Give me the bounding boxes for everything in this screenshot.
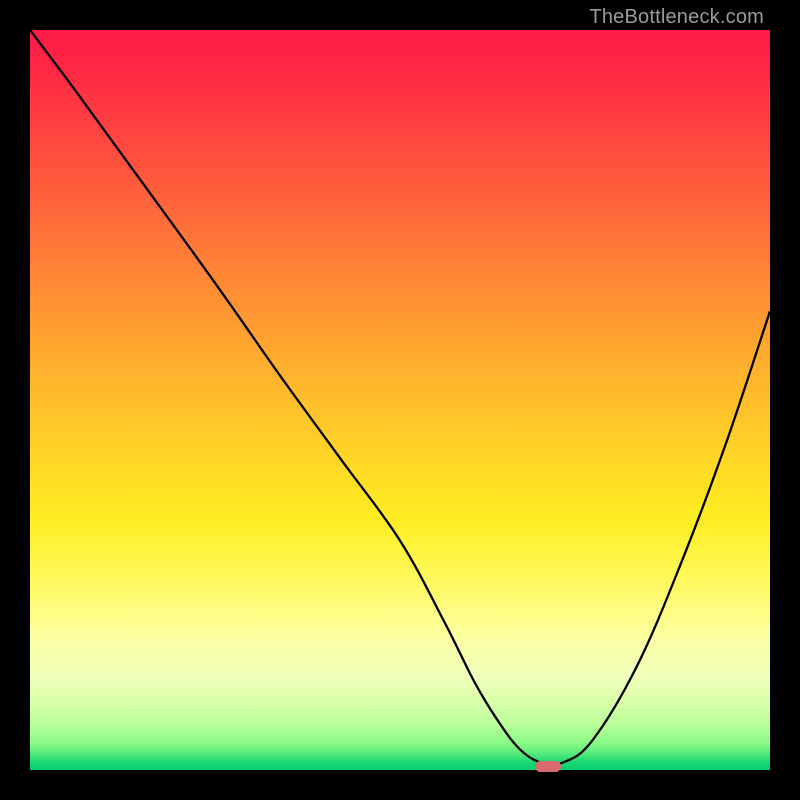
plot-area — [30, 30, 770, 770]
chart-frame: TheBottleneck.com — [0, 0, 800, 800]
watermark-text: TheBottleneck.com — [589, 6, 764, 29]
optimal-marker — [535, 761, 561, 772]
bottleneck-curve — [30, 30, 770, 770]
